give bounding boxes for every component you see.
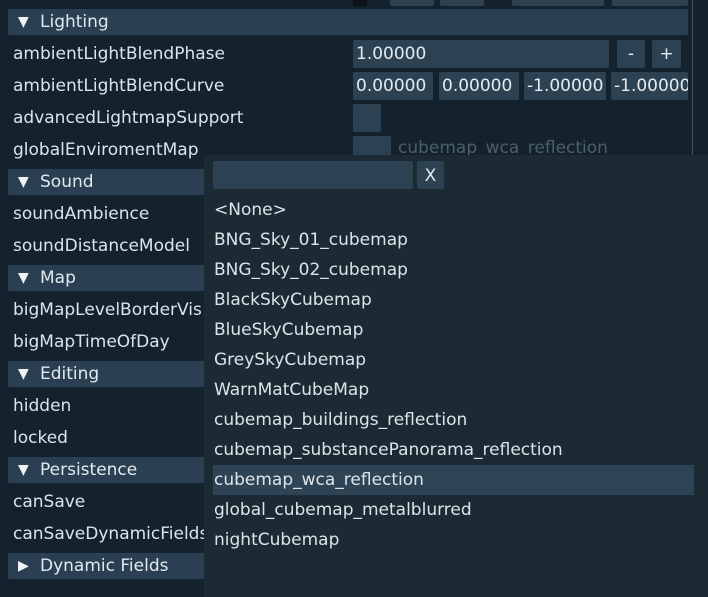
row-label-can-save: canSave (13, 492, 86, 512)
section-label: Map (40, 268, 76, 288)
curve-input-1[interactable]: 0.00000 (353, 72, 433, 100)
popup-close-button[interactable]: X (417, 161, 444, 189)
row-label-global-enviroment-map: globalEnviromentMap (13, 140, 199, 160)
triangle-right-icon: ▶ (18, 558, 29, 574)
triangle-down-icon: ▼ (18, 14, 29, 30)
popup-list-item[interactable]: BNG_Sky_02_cubemap (213, 255, 694, 285)
decrement-button[interactable]: - (617, 40, 645, 68)
row-label-big-map-level-border-vis: bigMapLevelBorderVis (13, 300, 202, 320)
top-field-partial-4[interactable] (612, 0, 688, 6)
triangle-down-icon: ▼ (18, 270, 29, 286)
advanced-lightmap-checkbox[interactable] (353, 104, 381, 132)
triangle-down-icon: ▼ (18, 462, 29, 478)
section-label: Persistence (40, 460, 138, 480)
popup-list-item[interactable]: <None> (213, 195, 694, 225)
row-label-locked: locked (13, 428, 68, 448)
row-label-ambient-light-blend-phase: ambientLightBlendPhase (13, 44, 225, 64)
row-label-can-save-dynamic-fields: canSaveDynamicFields (13, 524, 209, 544)
popup-list-item[interactable]: WarnMatCubeMap (213, 375, 694, 405)
row-label-sound-ambience: soundAmbience (13, 204, 150, 224)
popup-list-item[interactable]: GreySkyCubemap (213, 345, 694, 375)
popup-search-input[interactable] (213, 161, 413, 189)
section-label: Lighting (40, 12, 109, 32)
cubemap-dropdown-popup: X <None> BNG_Sky_01_cubemap BNG_Sky_02_cub… (204, 155, 708, 597)
row-label-hidden: hidden (13, 396, 72, 416)
triangle-down-icon: ▼ (18, 366, 29, 382)
increment-button[interactable]: + (652, 40, 681, 68)
popup-list-item[interactable]: nightCubemap (213, 525, 694, 555)
section-label: Sound (40, 172, 94, 192)
section-label: Dynamic Fields (40, 556, 169, 576)
curve-input-4[interactable]: -1.00000 (611, 72, 688, 100)
curve-input-3[interactable]: -1.00000 (524, 72, 606, 100)
row-label-big-map-time-of-day: bigMapTimeOfDay (13, 332, 170, 352)
top-field-partial-1[interactable] (390, 0, 434, 6)
popup-list-item[interactable]: BNG_Sky_01_cubemap (213, 225, 694, 255)
curve-input-2[interactable]: 0.00000 (439, 72, 519, 100)
section-label: Editing (40, 364, 100, 384)
row-label-ambient-light-blend-curve: ambientLightBlendCurve (13, 76, 225, 96)
row-label-advanced-lightmap-support: advancedLightmapSupport (13, 108, 244, 128)
blend-phase-input[interactable]: 1.00000 (353, 40, 609, 68)
popup-list-item[interactable]: cubemap_substancePanorama_reflection (213, 435, 694, 465)
popup-list-item[interactable]: global_cubemap_metalblurred (213, 495, 694, 525)
top-field-partial-3[interactable] (512, 0, 604, 6)
triangle-down-icon: ▼ (18, 174, 29, 190)
row-label-sound-distance-model: soundDistanceModel (13, 236, 190, 256)
popup-list-item[interactable]: cubemap_wca_reflection (213, 465, 694, 495)
section-lighting[interactable]: ▼ Lighting (8, 9, 688, 35)
popup-list-item[interactable]: cubemap_buildings_reflection (213, 405, 694, 435)
top-checkbox-partial[interactable] (353, 0, 367, 6)
popup-list-item[interactable]: BlueSkyCubemap (213, 315, 694, 345)
top-field-partial-2[interactable] (440, 0, 484, 6)
popup-list-item[interactable]: BlackSkyCubemap (213, 285, 694, 315)
